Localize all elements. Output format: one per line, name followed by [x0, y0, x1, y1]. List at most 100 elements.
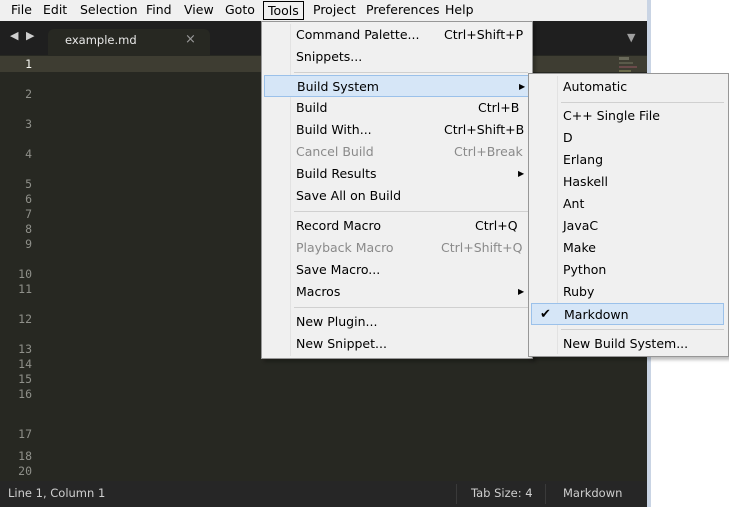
- menu-item-shortcut: Ctrl+Break: [454, 144, 523, 159]
- forward-arrow-icon[interactable]: ▶: [26, 29, 34, 42]
- menu-item-build-with[interactable]: Build With... Ctrl+Shift+B: [262, 119, 530, 141]
- menu-separator: [294, 72, 528, 73]
- tab-list-dropdown-icon[interactable]: ▼: [627, 31, 635, 44]
- line-number: 1: [25, 57, 32, 71]
- menu-item-label: Ant: [563, 196, 585, 211]
- build-item-markdown[interactable]: ✔ Markdown: [531, 303, 724, 325]
- menu-edit-label: Edit: [43, 2, 68, 17]
- menu-view-label: View: [184, 2, 214, 17]
- menu-item-label: Save All on Build: [296, 188, 402, 203]
- menu-item-record-macro[interactable]: Record Macro Ctrl+Q: [262, 215, 530, 237]
- menu-item-label: Cancel Build: [296, 144, 374, 159]
- line-number: 13: [18, 342, 32, 356]
- line-number: 14: [18, 357, 32, 371]
- build-item-haskell[interactable]: Haskell: [529, 171, 726, 193]
- menu-item-label: JavaC: [563, 218, 599, 233]
- menu-item-save-all-on-build[interactable]: Save All on Build: [262, 185, 530, 207]
- menu-item-command-palette[interactable]: Command Palette... Ctrl+Shift+P: [262, 24, 530, 46]
- menu-separator: [294, 307, 528, 308]
- menu-item-new-snippet[interactable]: New Snippet...: [262, 333, 530, 355]
- tab-example-md[interactable]: example.md ×: [48, 29, 210, 55]
- menu-item-label: Build: [296, 100, 328, 115]
- submenu-arrow-icon: ▶: [518, 169, 525, 178]
- menu-item-label: Save Macro...: [296, 262, 381, 277]
- menu-item-save-macro[interactable]: Save Macro...: [262, 259, 530, 281]
- status-divider: [456, 484, 457, 504]
- back-arrow-icon[interactable]: ◀: [10, 29, 18, 42]
- line-number: 18: [18, 449, 32, 463]
- menu-item-label: New Plugin...: [296, 314, 378, 329]
- close-icon[interactable]: ×: [185, 32, 196, 47]
- menu-item-build-system[interactable]: Build System ▶: [264, 75, 530, 97]
- menu-view[interactable]: View: [180, 0, 218, 20]
- menu-item-label: Build With...: [296, 122, 372, 137]
- menu-item-label: C++ Single File: [563, 108, 660, 123]
- menu-separator: [561, 329, 724, 330]
- build-item-javac[interactable]: JavaC: [529, 215, 726, 237]
- line-number: 6: [25, 192, 32, 206]
- menu-preferences-label: Preferences: [366, 2, 440, 17]
- menu-item-shortcut: Ctrl+Shift+P: [444, 27, 524, 42]
- line-number: 15: [18, 372, 32, 386]
- menu-item-label: New Build System...: [563, 336, 689, 351]
- build-item-ruby[interactable]: Ruby: [529, 281, 726, 303]
- submenu-arrow-icon: ▶: [518, 287, 525, 296]
- cursor-position: Line 1, Column 1: [8, 486, 106, 500]
- line-number: 16: [18, 387, 32, 401]
- tab-size-selector[interactable]: Tab Size: 4: [471, 486, 533, 500]
- menu-item-playback-macro: Playback Macro Ctrl+Shift+Q: [262, 237, 530, 259]
- menu-item-label: Build System: [297, 79, 379, 94]
- line-number: 10: [18, 267, 32, 281]
- menu-tools[interactable]: Tools: [263, 1, 304, 20]
- menu-selection[interactable]: Selection: [76, 0, 142, 20]
- menu-item-macros[interactable]: Macros ▶: [262, 281, 530, 303]
- menu-item-new-plugin[interactable]: New Plugin...: [262, 311, 530, 333]
- menu-selection-label: Selection: [80, 2, 138, 17]
- menu-item-cancel-build: Cancel Build Ctrl+Break: [262, 141, 530, 163]
- menu-preferences[interactable]: Preferences: [362, 0, 444, 20]
- menu-goto[interactable]: Goto: [221, 0, 259, 20]
- menu-edit[interactable]: Edit: [39, 0, 71, 20]
- tools-menu: Command Palette... Ctrl+Shift+P Snippets.…: [261, 21, 533, 359]
- menu-file[interactable]: File: [7, 0, 36, 20]
- menu-help[interactable]: Help: [441, 0, 478, 20]
- build-item-erlang[interactable]: Erlang: [529, 149, 726, 171]
- menu-project-label: Project: [313, 2, 356, 17]
- build-item-cpp-single-file[interactable]: C++ Single File: [529, 105, 726, 127]
- line-number: 20: [18, 464, 32, 478]
- menu-item-label: Command Palette...: [296, 27, 420, 42]
- menu-project[interactable]: Project: [309, 0, 360, 20]
- menu-item-build[interactable]: Build Ctrl+B: [262, 97, 530, 119]
- menu-bar: File Edit Selection Find View Goto Tools…: [0, 0, 651, 21]
- menu-item-label: D: [563, 130, 573, 145]
- build-item-make[interactable]: Make: [529, 237, 726, 259]
- build-item-new-build-system[interactable]: New Build System...: [529, 333, 726, 355]
- menu-item-label: Automatic: [563, 79, 628, 94]
- menu-item-label: Erlang: [563, 152, 604, 167]
- menu-item-label: Markdown: [564, 307, 629, 322]
- build-item-d[interactable]: D: [529, 127, 726, 149]
- menu-item-label: Macros: [296, 284, 341, 299]
- menu-find[interactable]: Find: [142, 0, 176, 20]
- status-divider: [545, 484, 546, 504]
- menu-item-label: Ruby: [563, 284, 595, 299]
- build-item-python[interactable]: Python: [529, 259, 726, 281]
- line-number: 2: [25, 87, 32, 101]
- menu-item-label: Snippets...: [296, 49, 363, 64]
- line-number: 5: [25, 177, 32, 191]
- menu-separator: [294, 211, 528, 212]
- menu-item-label: Record Macro: [296, 218, 381, 233]
- menu-tools-label: Tools: [268, 3, 299, 18]
- syntax-selector[interactable]: Markdown: [563, 486, 622, 500]
- menu-item-build-results[interactable]: Build Results ▶: [262, 163, 530, 185]
- menu-item-snippets[interactable]: Snippets...: [262, 46, 530, 68]
- line-number: 4: [25, 147, 32, 161]
- line-number: 9: [25, 237, 32, 251]
- build-item-ant[interactable]: Ant: [529, 193, 726, 215]
- submenu-arrow-icon: ▶: [519, 82, 526, 91]
- line-number-gutter: 1 2 3 4 5 7 6 8 9 10 11 12 13 14 15 16 1…: [0, 55, 42, 481]
- status-bar: Line 1, Column 1 Tab Size: 4 Markdown: [0, 481, 651, 507]
- build-item-automatic[interactable]: Automatic: [529, 76, 726, 98]
- menu-item-label: Make: [563, 240, 596, 255]
- menu-item-label: New Snippet...: [296, 336, 387, 351]
